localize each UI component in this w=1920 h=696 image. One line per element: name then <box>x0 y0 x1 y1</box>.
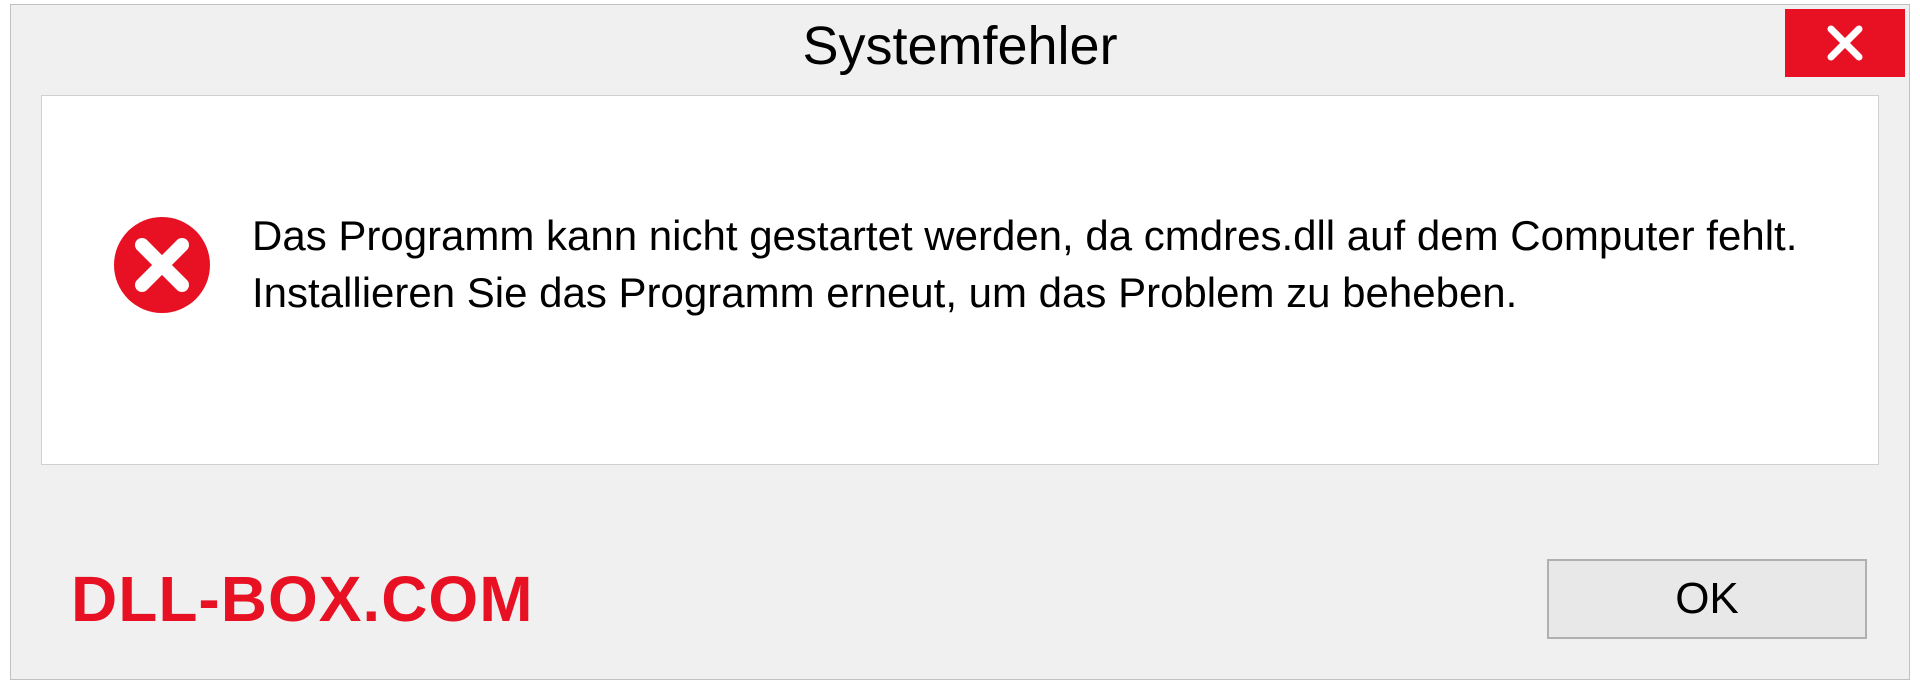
close-icon <box>1825 23 1865 63</box>
ok-button[interactable]: OK <box>1547 559 1867 639</box>
dialog-footer: DLL-BOX.COM OK <box>11 519 1909 679</box>
error-message: Das Programm kann nicht gestartet werden… <box>252 208 1808 321</box>
ok-button-label: OK <box>1675 574 1739 624</box>
dialog-title: Systemfehler <box>802 15 1117 77</box>
watermark-text: DLL-BOX.COM <box>71 562 534 636</box>
content-area: Das Programm kann nicht gestartet werden… <box>41 95 1879 465</box>
error-dialog: Systemfehler Das Programm kann nicht ges… <box>10 4 1910 680</box>
error-icon <box>112 215 212 315</box>
close-button[interactable] <box>1785 9 1905 77</box>
title-bar: Systemfehler <box>11 5 1909 87</box>
